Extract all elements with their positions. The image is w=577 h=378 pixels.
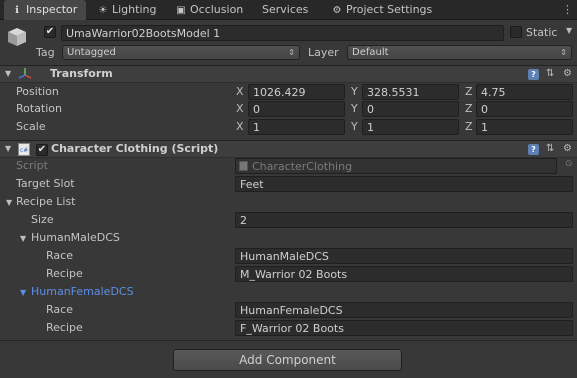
svg-text:c#: c#	[20, 147, 28, 154]
y-axis-label[interactable]: Y	[351, 120, 358, 133]
script-field: CharacterClothing	[235, 158, 557, 174]
race-field-male[interactable]: HumanMaleDCS	[235, 248, 573, 264]
recipe-field-female[interactable]: F_Warrior 02 Boots	[235, 320, 573, 336]
group-foldout-icon[interactable]: ▼	[20, 234, 26, 243]
dropdown-arrow-icon: ⇕	[288, 48, 295, 57]
add-component-button[interactable]: Add Component	[173, 349, 402, 371]
help-icon[interactable]: ?	[528, 144, 539, 155]
tag-label: Tag	[36, 46, 55, 59]
scale-y-field[interactable]: 1	[362, 119, 459, 135]
script-label: Script	[16, 159, 48, 172]
race-label: Race	[46, 303, 73, 316]
z-axis-label[interactable]: Z	[465, 120, 473, 133]
tab-inspector[interactable]: ℹ Inspector	[4, 0, 86, 20]
rotation-x-field[interactable]: 0	[248, 101, 345, 117]
object-picker-icon: ⊙	[565, 159, 573, 169]
preset-icon[interactable]: ⇅	[546, 68, 554, 79]
group-foldout-icon[interactable]: ▼	[20, 288, 26, 297]
character-clothing-header[interactable]: ▼ c# ✔ Character Clothing (Script) ? ⇅ ⚙	[0, 140, 577, 158]
info-icon: ℹ	[15, 5, 19, 16]
layer-dropdown[interactable]: Default ⇕	[347, 45, 572, 60]
x-axis-label[interactable]: X	[236, 120, 244, 133]
z-axis-label[interactable]: Z	[465, 102, 473, 115]
scale-label: Scale	[16, 120, 46, 133]
target-slot-label: Target Slot	[16, 177, 75, 190]
gear-icon[interactable]: ⚙	[563, 143, 572, 154]
race-label: Race	[46, 249, 73, 262]
active-checkbox[interactable]: ✔	[44, 26, 56, 38]
size-field[interactable]: 2	[235, 212, 573, 228]
target-slot-field[interactable]: Feet	[235, 176, 573, 192]
foldout-arrow-icon[interactable]: ▼	[5, 144, 11, 153]
rotation-y-field[interactable]: 0	[362, 101, 459, 117]
recipe-group-human-male[interactable]: HumanMaleDCS	[31, 230, 120, 246]
scale-x-field[interactable]: 1	[248, 119, 345, 135]
gear-icon: ⚙	[332, 5, 342, 16]
y-axis-label[interactable]: Y	[351, 85, 358, 98]
panel-menu-icon[interactable]: ⋮	[562, 3, 573, 16]
transform-title: Transform	[50, 67, 113, 80]
layer-label: Layer	[308, 46, 339, 59]
x-axis-label[interactable]: X	[236, 102, 244, 115]
z-axis-label[interactable]: Z	[465, 85, 473, 98]
divider	[0, 340, 577, 341]
gameobject-header: ✔ UmaWarrior02BootsModel 1 Static ▼ Tag …	[0, 21, 577, 64]
script-file-icon	[239, 161, 248, 171]
recipe-label: Recipe	[46, 267, 83, 280]
object-name-field[interactable]: UmaWarrior02BootsModel 1	[61, 25, 504, 41]
static-label: Static	[526, 26, 558, 39]
position-x-field[interactable]: 1026.429	[248, 84, 345, 100]
position-y-field[interactable]: 328.5531	[362, 84, 459, 100]
recipe-field-male[interactable]: M_Warrior 02 Boots	[235, 266, 573, 282]
scale-z-field[interactable]: 1	[476, 119, 573, 135]
preset-icon[interactable]: ⇅	[546, 143, 554, 154]
tab-occlusion[interactable]: ▣ Occlusion	[175, 0, 243, 20]
rotation-label: Rotation	[16, 102, 63, 115]
dropdown-arrow-icon: ⇕	[560, 48, 567, 57]
gameobject-cube-icon	[8, 28, 26, 46]
static-checkbox[interactable]	[510, 26, 522, 38]
gear-icon[interactable]: ⚙	[563, 68, 572, 79]
enabled-checkbox[interactable]: ✔	[36, 144, 48, 156]
chevron-down-icon[interactable]: ▼	[566, 26, 572, 35]
y-axis-label[interactable]: Y	[351, 102, 358, 115]
position-z-field[interactable]: 4.75	[476, 84, 573, 100]
position-label: Position	[16, 85, 59, 98]
tab-services[interactable]: Services	[262, 0, 308, 20]
character-clothing-title: Character Clothing (Script)	[51, 142, 219, 155]
tab-bar: ℹ Inspector ☀ Lighting ▣ Occlusion Services…	[0, 0, 577, 20]
tab-lighting[interactable]: ☀ Lighting	[97, 0, 157, 20]
x-axis-label[interactable]: X	[236, 85, 244, 98]
recipe-list-foldout-icon[interactable]: ▼	[6, 198, 12, 207]
help-icon[interactable]: ?	[528, 69, 539, 80]
transform-axes-icon	[18, 68, 32, 79]
occlusion-icon: ▣	[176, 5, 186, 16]
script-icon: c#	[18, 143, 30, 156]
lighting-icon: ☀	[98, 5, 108, 16]
tag-dropdown[interactable]: Untagged ⇕	[62, 45, 300, 60]
rotation-z-field[interactable]: 0	[476, 101, 573, 117]
transform-header[interactable]: ▼ Transform ? ⇅ ⚙	[0, 65, 577, 83]
race-field-female[interactable]: HumanFemaleDCS	[235, 302, 573, 318]
tab-project-settings[interactable]: ⚙ Project Settings	[331, 0, 433, 20]
size-label: Size	[31, 213, 54, 226]
recipe-label: Recipe	[46, 321, 83, 334]
recipe-list-label[interactable]: Recipe List	[16, 194, 76, 210]
foldout-arrow-icon[interactable]: ▼	[5, 69, 11, 78]
recipe-group-human-female[interactable]: HumanFemaleDCS	[31, 284, 134, 300]
